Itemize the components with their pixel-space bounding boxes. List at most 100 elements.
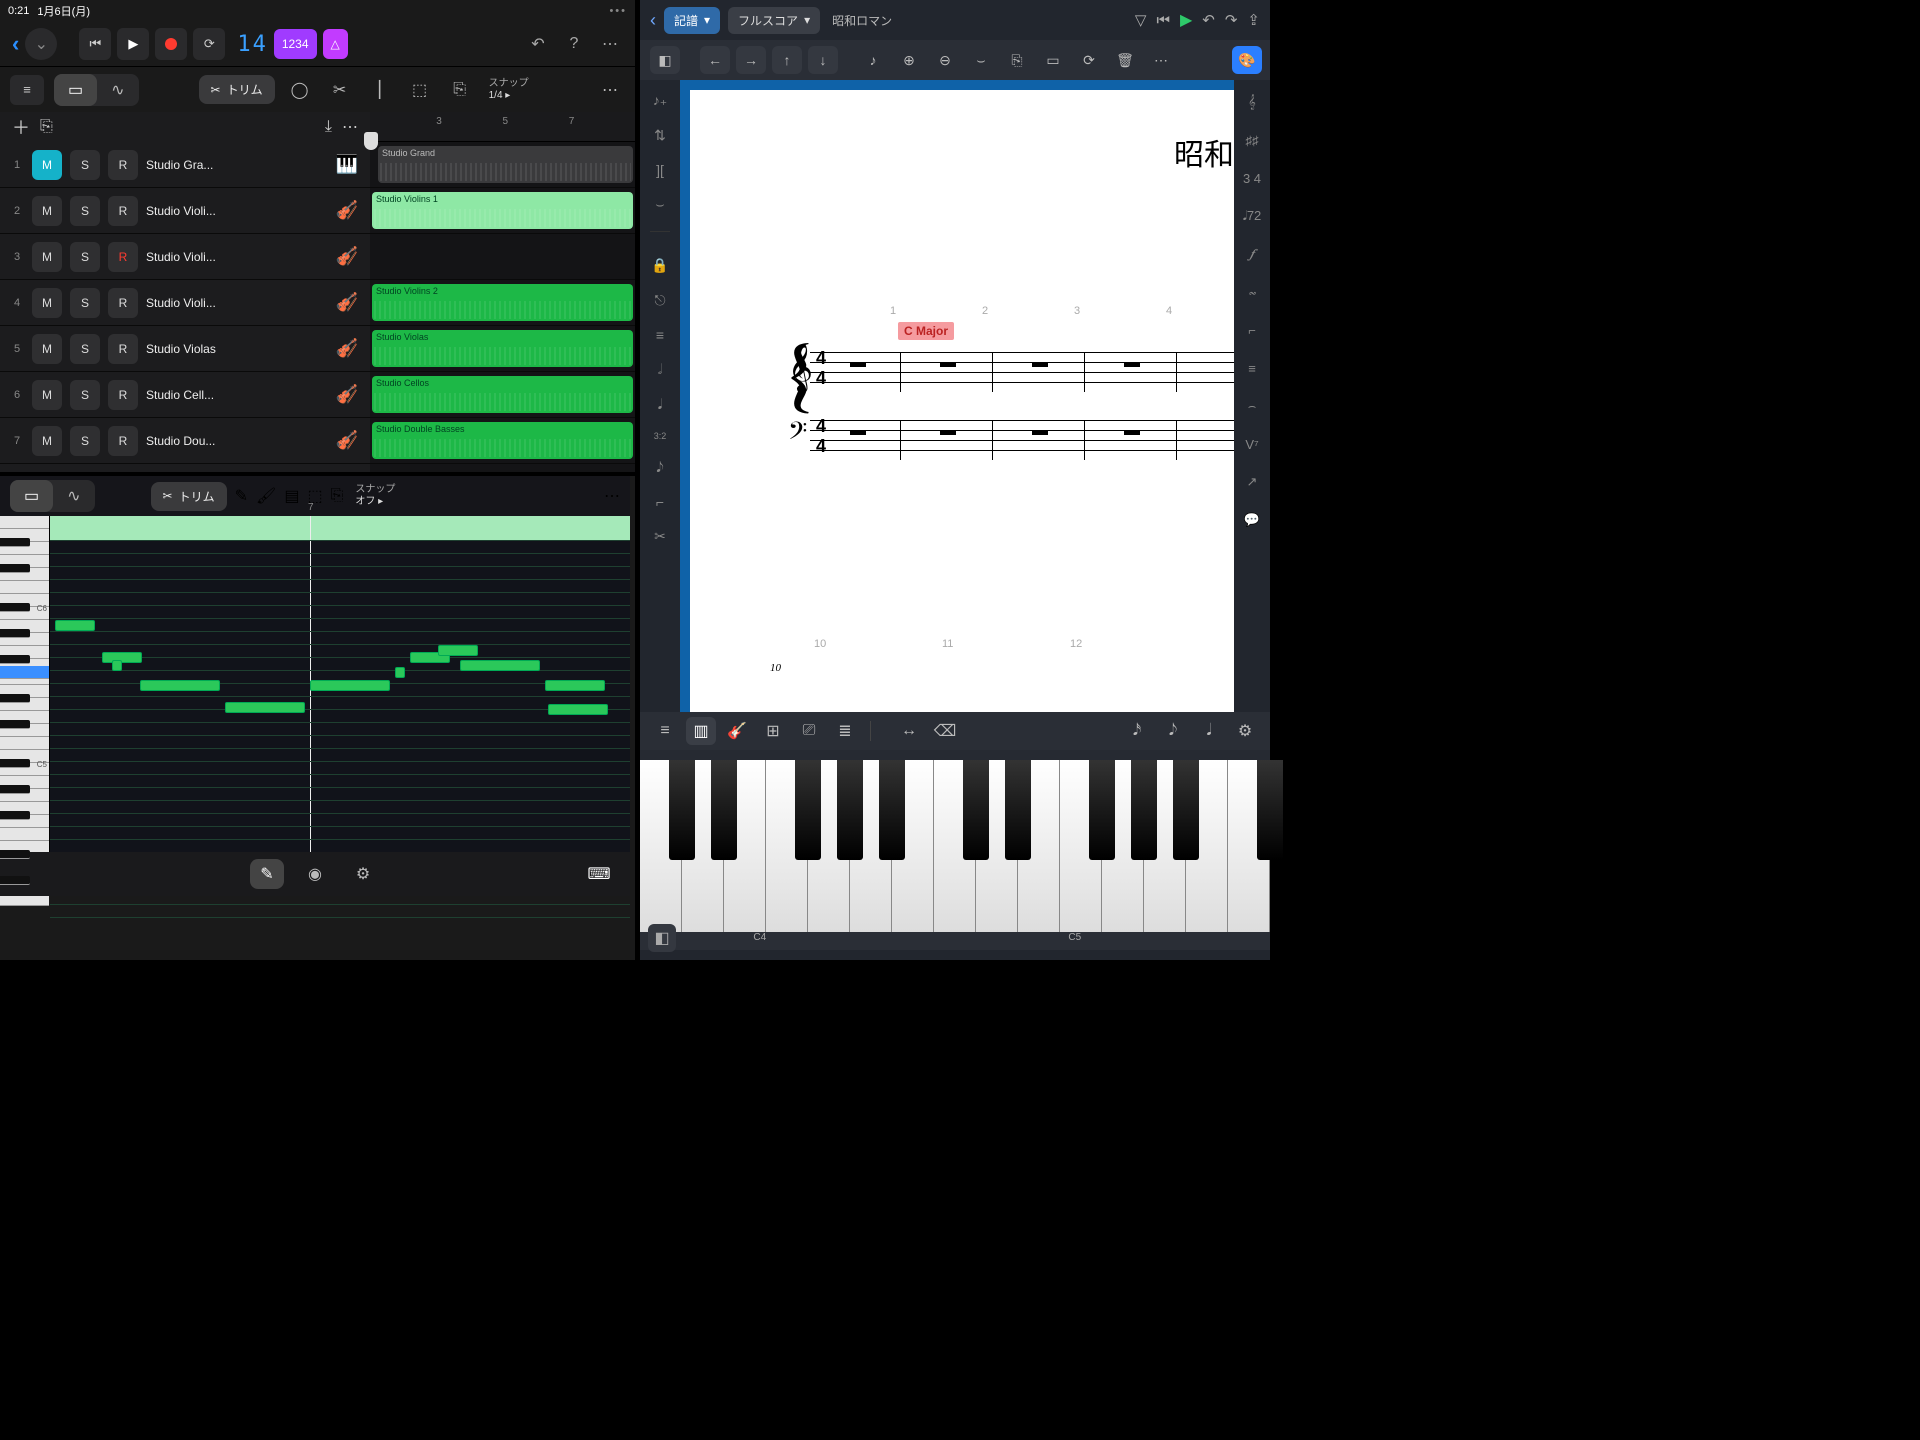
instrument-icon[interactable]: 🎹 [334,154,360,175]
pencil-icon[interactable]: ✎ [235,486,248,506]
timeline-ruler[interactable]: 357 [370,112,635,142]
solo-button[interactable]: S [70,150,100,180]
undo-icon[interactable]: ↶ [1202,11,1215,29]
midi-clip[interactable]: Studio Grand [378,146,633,183]
midi-note[interactable] [140,680,220,691]
undo-icon[interactable]: ↶ [525,31,551,57]
key-signature-badge[interactable]: C Major [898,322,954,340]
automation-view-icon[interactable]: ∿ [97,74,138,106]
rewind-icon[interactable]: ⏮ [1156,12,1170,29]
trim-tool[interactable]: ✂ トリム [199,75,275,104]
panel-icon[interactable]: ◧ [650,46,680,74]
notation-tool[interactable]: 𝅘𝅥72 [1243,204,1262,228]
bracket-icon[interactable]: ][ [656,162,664,178]
notation-tool[interactable]: 𝆗 [1248,280,1255,304]
ratio-icon[interactable]: 3:2 [654,431,667,441]
record-arm-button[interactable]: R [108,334,138,364]
mute-button[interactable]: M [32,380,62,410]
position-display[interactable]: 14 [237,32,268,57]
nav-back-icon[interactable]: ← [700,46,730,74]
midi-note[interactable] [545,680,605,691]
record-arm-button[interactable]: R [108,196,138,226]
midi-note[interactable] [225,702,305,713]
track-lane[interactable]: Studio Violas [370,326,635,372]
midi-clip[interactable]: Studio Double Basses [372,422,633,459]
midi-note[interactable] [112,660,122,671]
duplicate-track-icon[interactable]: ⎘ [40,118,53,136]
staff-icon[interactable]: ≣ [830,717,860,745]
black-key[interactable] [1005,760,1030,860]
loop-icon[interactable]: ◯ [285,75,315,105]
note-16-icon[interactable]: 𝅘𝅥𝅯 [1122,717,1152,745]
notation-tool[interactable]: 𝆑 [1250,242,1254,266]
track-inbox-icon[interactable]: ⤓ [325,118,332,136]
track-row[interactable]: 7 M S R Studio Dou... 🎻 [0,418,370,464]
metronome-icon[interactable]: ▽ [1135,11,1147,29]
velocity-icon[interactable]: ▤ [284,486,299,506]
mute-button[interactable]: M [32,426,62,456]
duration-half-icon[interactable]: 𝅗𝅥 [658,361,662,378]
instrument-icon[interactable]: 🎻 [334,200,360,221]
copy-icon[interactable]: ⎘ [1002,46,1032,74]
piano-keys[interactable]: C6C5 [0,516,50,892]
black-key[interactable] [963,760,988,860]
grid-icon[interactable]: ⊞ [758,717,788,745]
add-note-icon[interactable]: ♪₊ [653,92,667,109]
record-arm-button[interactable]: R [108,426,138,456]
notation-tool[interactable]: ⌐ [1248,318,1256,342]
instrument-icon[interactable]: ⎋ [654,292,665,309]
midi-note[interactable] [460,660,540,671]
nav-down-icon[interactable]: ↓ [808,46,838,74]
back-button[interactable]: ‹ [650,10,656,31]
midi-note[interactable] [395,667,405,678]
mute-button[interactable]: M [32,288,62,318]
notation-tool[interactable]: 3 4 [1243,166,1261,190]
instrument-icon[interactable]: 🎻 [334,292,360,313]
solo-button[interactable]: S [70,288,100,318]
notation-tool[interactable]: ⌢ [1248,394,1257,418]
black-key[interactable] [837,760,862,860]
track-row[interactable]: 5 M S R Studio Violas 🎻 [0,326,370,372]
brush-icon[interactable]: 🖌 [256,486,276,506]
select-icon[interactable]: ⬚ [405,75,435,105]
solo-button[interactable]: S [70,242,100,272]
select-add-icon[interactable]: ⊕ [894,46,924,74]
notation-tool[interactable]: 𝄞 [1248,90,1256,114]
snap-display[interactable]: スナップ 1/4 ▸ [489,78,529,102]
play-icon[interactable]: ▶ [1180,10,1192,30]
scissors-icon[interactable]: ✂ [654,528,666,545]
notation-tool[interactable]: ↗ [1247,470,1258,494]
track-lane[interactable]: Studio Violins 2 [370,280,635,326]
midi-note[interactable] [548,704,608,715]
track-row[interactable]: 2 M S R Studio Violi... 🎻 [0,188,370,234]
note-8-icon[interactable]: 𝅘𝅥𝅮 [1158,717,1188,745]
settings-icon[interactable]: ⚙ [1230,717,1260,745]
piano-icon[interactable]: ▥ [686,717,716,745]
flag-icon[interactable]: 𝅘𝅥𝅮 [656,459,663,476]
black-key[interactable] [879,760,904,860]
time-signature[interactable]: 44 [816,348,826,388]
stem-icon[interactable]: ⌐ [656,494,664,510]
midi-note[interactable] [310,680,390,691]
tie-icon[interactable]: ⌣ [966,46,996,74]
redo-icon[interactable]: ↷ [1225,11,1238,29]
lock-icon[interactable]: 🔒 [651,257,668,274]
transpose-icon[interactable]: ⇅ [654,127,666,144]
panel-toggle-icon[interactable]: ◧ [648,924,676,952]
track-row[interactable]: 4 M S R Studio Violi... 🎻 [0,280,370,326]
editor-copy-icon[interactable]: ⎘ [331,487,344,505]
virtual-keyboard[interactable] [640,760,1270,932]
mute-button[interactable]: M [32,242,62,272]
instrument-icon[interactable]: 🎻 [334,384,360,405]
guitar-icon[interactable]: 🎸 [722,717,752,745]
region-view-icon[interactable]: ▭ [54,74,97,106]
play-button[interactable]: ▶ [117,28,149,60]
metronome-pill[interactable]: △ [323,29,348,59]
midi-clip[interactable]: Studio Cellos [372,376,633,413]
record-arm-button[interactable]: R [108,242,138,272]
track-lane[interactable] [370,234,635,280]
black-key[interactable] [711,760,736,860]
time-signature[interactable]: 44 [816,416,826,456]
treble-staff[interactable]: 𝄞 44 [810,352,1234,392]
record-arm-button[interactable]: R [108,380,138,410]
